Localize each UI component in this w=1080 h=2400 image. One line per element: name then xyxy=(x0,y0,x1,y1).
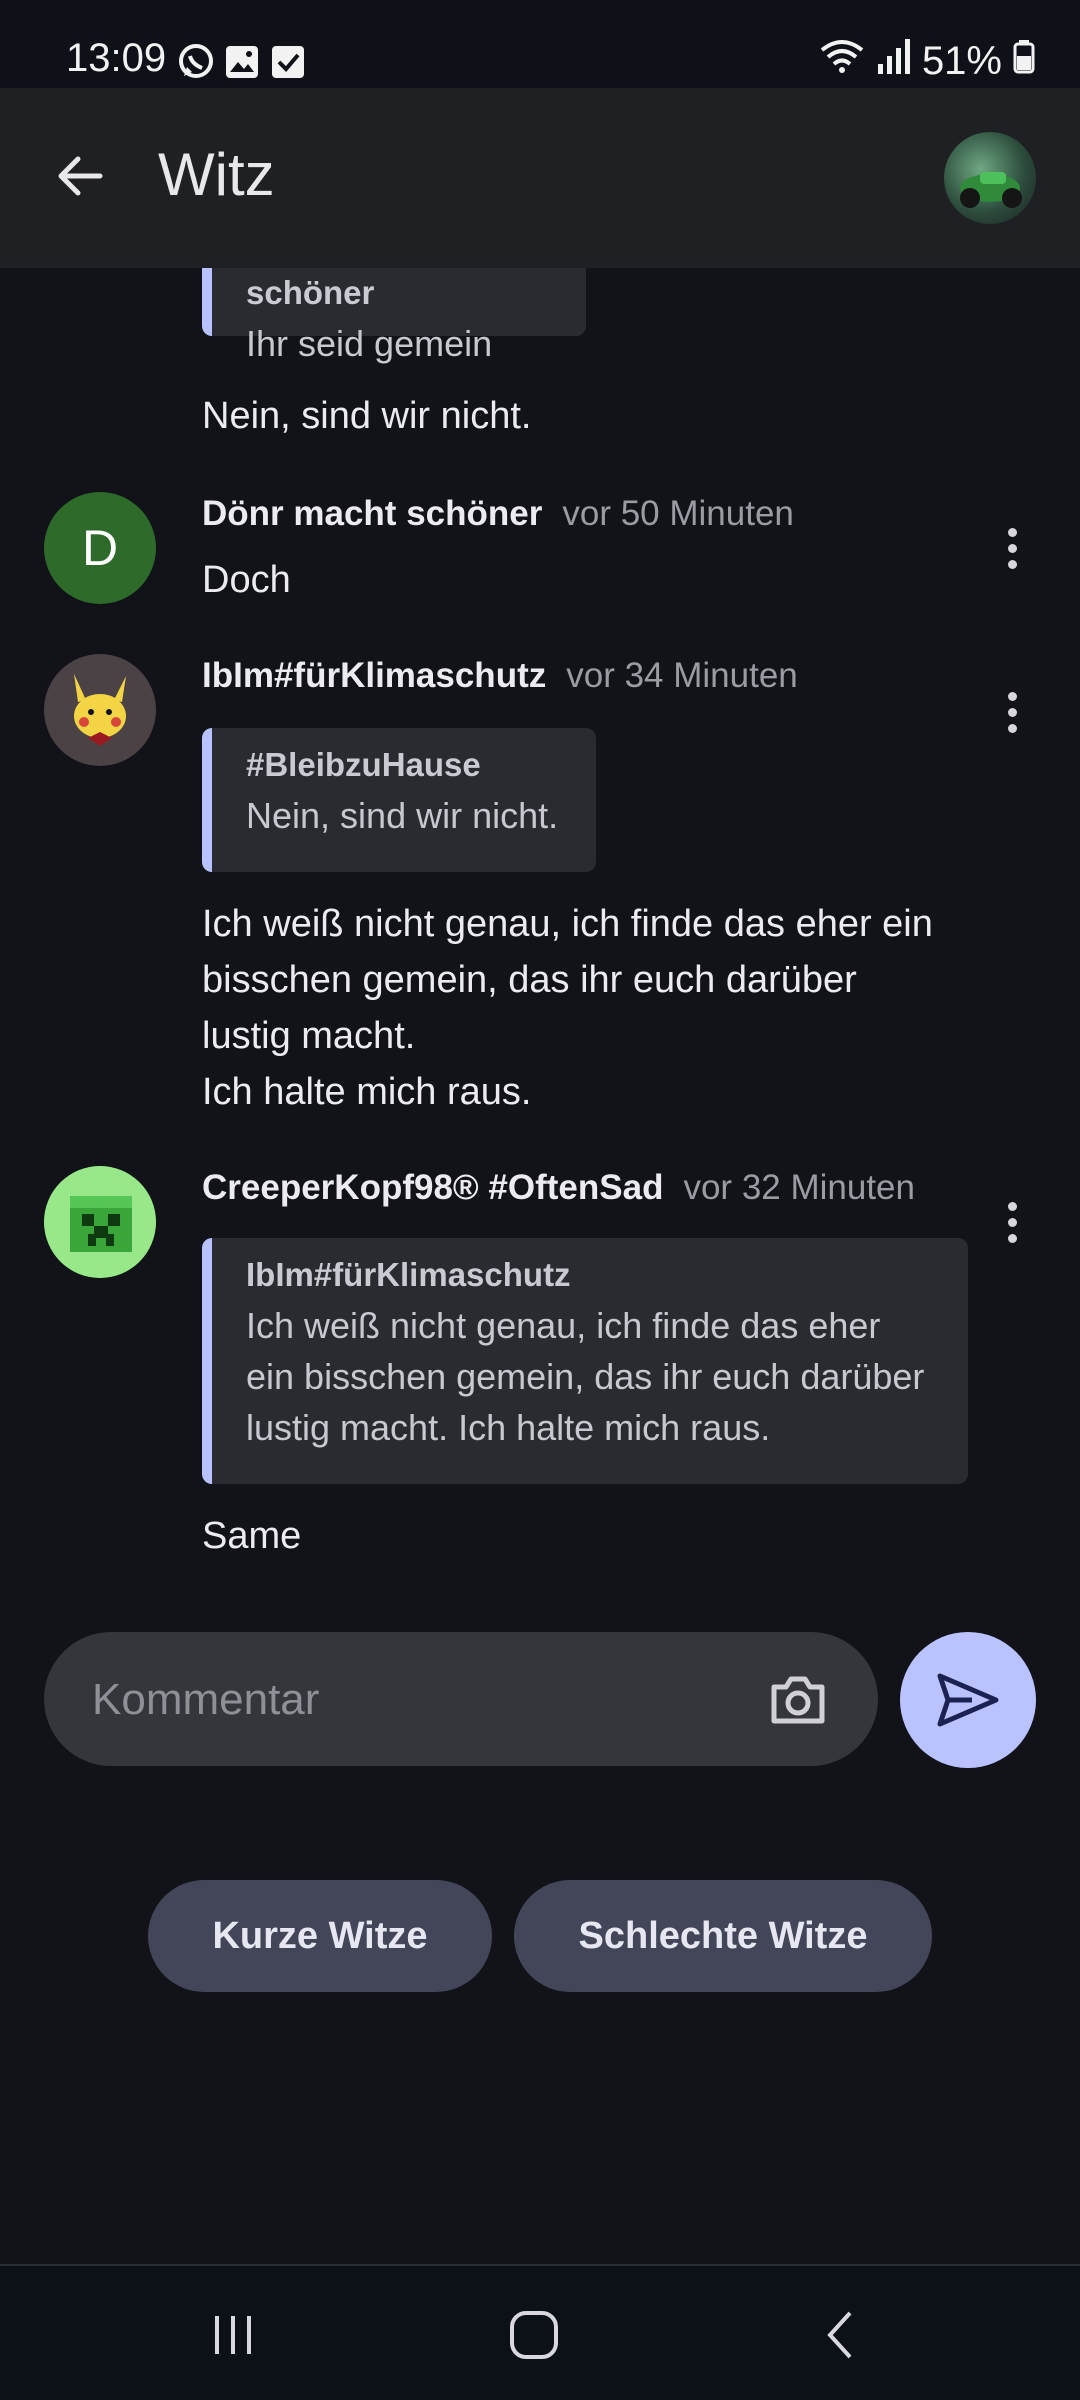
comment-feed[interactable]: Dönr macht schöner Ihr seid gemein Nein,… xyxy=(0,268,1080,1598)
status-right: 51% xyxy=(818,36,1036,86)
home-button[interactable] xyxy=(494,2300,574,2370)
timestamp: vor 34 Minuten xyxy=(566,656,798,695)
chip-kurze-witze[interactable]: Kurze Witze xyxy=(148,1880,492,1992)
avatar-initial: D xyxy=(81,520,119,576)
page-title: Witz xyxy=(158,141,275,208)
recent-apps-button[interactable] xyxy=(193,2300,273,2370)
quote-text: Nein, sind wir nicht. xyxy=(246,795,559,836)
battery-icon xyxy=(1012,36,1036,86)
back-nav-button[interactable] xyxy=(800,2300,880,2370)
profile-avatar[interactable] xyxy=(944,132,1036,224)
chip-schlechte-witze[interactable]: Schlechte Witze xyxy=(514,1880,932,1992)
comment-header: CreeperKopf98® #OftenSad vor 32 Minuten xyxy=(202,1168,915,1208)
message-text: Nein, sind wir nicht. xyxy=(202,395,532,437)
quote-author: IbIm#fürKlimaschutz xyxy=(246,1256,571,1293)
wifi-icon xyxy=(818,36,866,86)
message-text: Same xyxy=(202,1515,302,1557)
message-text: Ich weiß nicht genau, ich finde das eher… xyxy=(202,896,982,1120)
author-name[interactable]: Dönr macht schöner xyxy=(202,494,542,533)
comment-header: Dönr macht schöner vor 50 Minuten xyxy=(202,494,794,534)
message-line: Ich weiß nicht genau, ich finde das eher… xyxy=(202,903,933,945)
avatar-pikachu[interactable] xyxy=(44,654,156,766)
camera-button[interactable] xyxy=(762,1664,834,1736)
timestamp: vor 50 Minuten xyxy=(562,494,794,533)
send-icon xyxy=(937,1673,999,1727)
recent-apps-icon xyxy=(215,2316,251,2354)
more-options-icon[interactable] xyxy=(990,518,1034,578)
back-nav-icon xyxy=(827,2311,852,2359)
message-line: Ich halte mich raus. xyxy=(202,1071,532,1113)
quote-block[interactable]: IbIm#fürKlimaschutz Ich weiß nicht genau… xyxy=(202,1238,968,1484)
home-icon xyxy=(510,2311,558,2359)
quote-line: lustig macht. Ich halte mich raus. xyxy=(246,1407,771,1448)
quote-author: Dönr macht schöner xyxy=(246,268,429,311)
quote-line: ein bisschen gemein, das ihr euch darübe… xyxy=(246,1356,925,1397)
avatar-letter[interactable]: D xyxy=(44,492,156,604)
checkbox-icon xyxy=(268,42,308,82)
back-button[interactable] xyxy=(40,136,120,216)
whatsapp-icon xyxy=(176,42,216,82)
message-text: Doch xyxy=(202,559,291,601)
comment-header: IbIm#fürKlimaschutz vor 34 Minuten xyxy=(202,656,798,696)
quote-block[interactable]: #BleibzuHause Nein, sind wir nicht. xyxy=(202,728,596,872)
avatar-creeper[interactable] xyxy=(44,1166,156,1278)
more-options-icon[interactable] xyxy=(990,1192,1034,1252)
quote-block: Dönr macht schöner Ihr seid gemein xyxy=(202,268,586,364)
quote-text: Ihr seid gemein xyxy=(246,323,493,364)
timestamp: vor 32 Minuten xyxy=(683,1168,915,1207)
message-line: lustig macht. xyxy=(202,1015,416,1057)
quote-text: Ich weiß nicht genau, ich finde das eher… xyxy=(246,1300,934,1453)
gallery-icon xyxy=(222,42,262,82)
author-name[interactable]: IbIm#fürKlimaschutz xyxy=(202,656,546,695)
author-name[interactable]: CreeperKopf98® #OftenSad xyxy=(202,1168,663,1207)
battery-percent: 51% xyxy=(921,38,1002,83)
quote-author: #BleibzuHause xyxy=(246,746,481,783)
comment-field[interactable] xyxy=(44,1632,878,1766)
signal-icon xyxy=(876,36,912,86)
arrow-back-icon xyxy=(58,156,103,196)
more-options-icon[interactable] xyxy=(990,682,1034,742)
comment-input[interactable] xyxy=(90,1662,734,1738)
message-line: bisschen gemein, das ihr euch darüber xyxy=(202,959,857,1001)
quote-line: Ich weiß nicht genau, ich finde das eher xyxy=(246,1305,881,1346)
send-button[interactable] xyxy=(900,1632,1036,1768)
status-time: 13:09 xyxy=(66,36,167,80)
camera-icon xyxy=(771,1676,825,1724)
